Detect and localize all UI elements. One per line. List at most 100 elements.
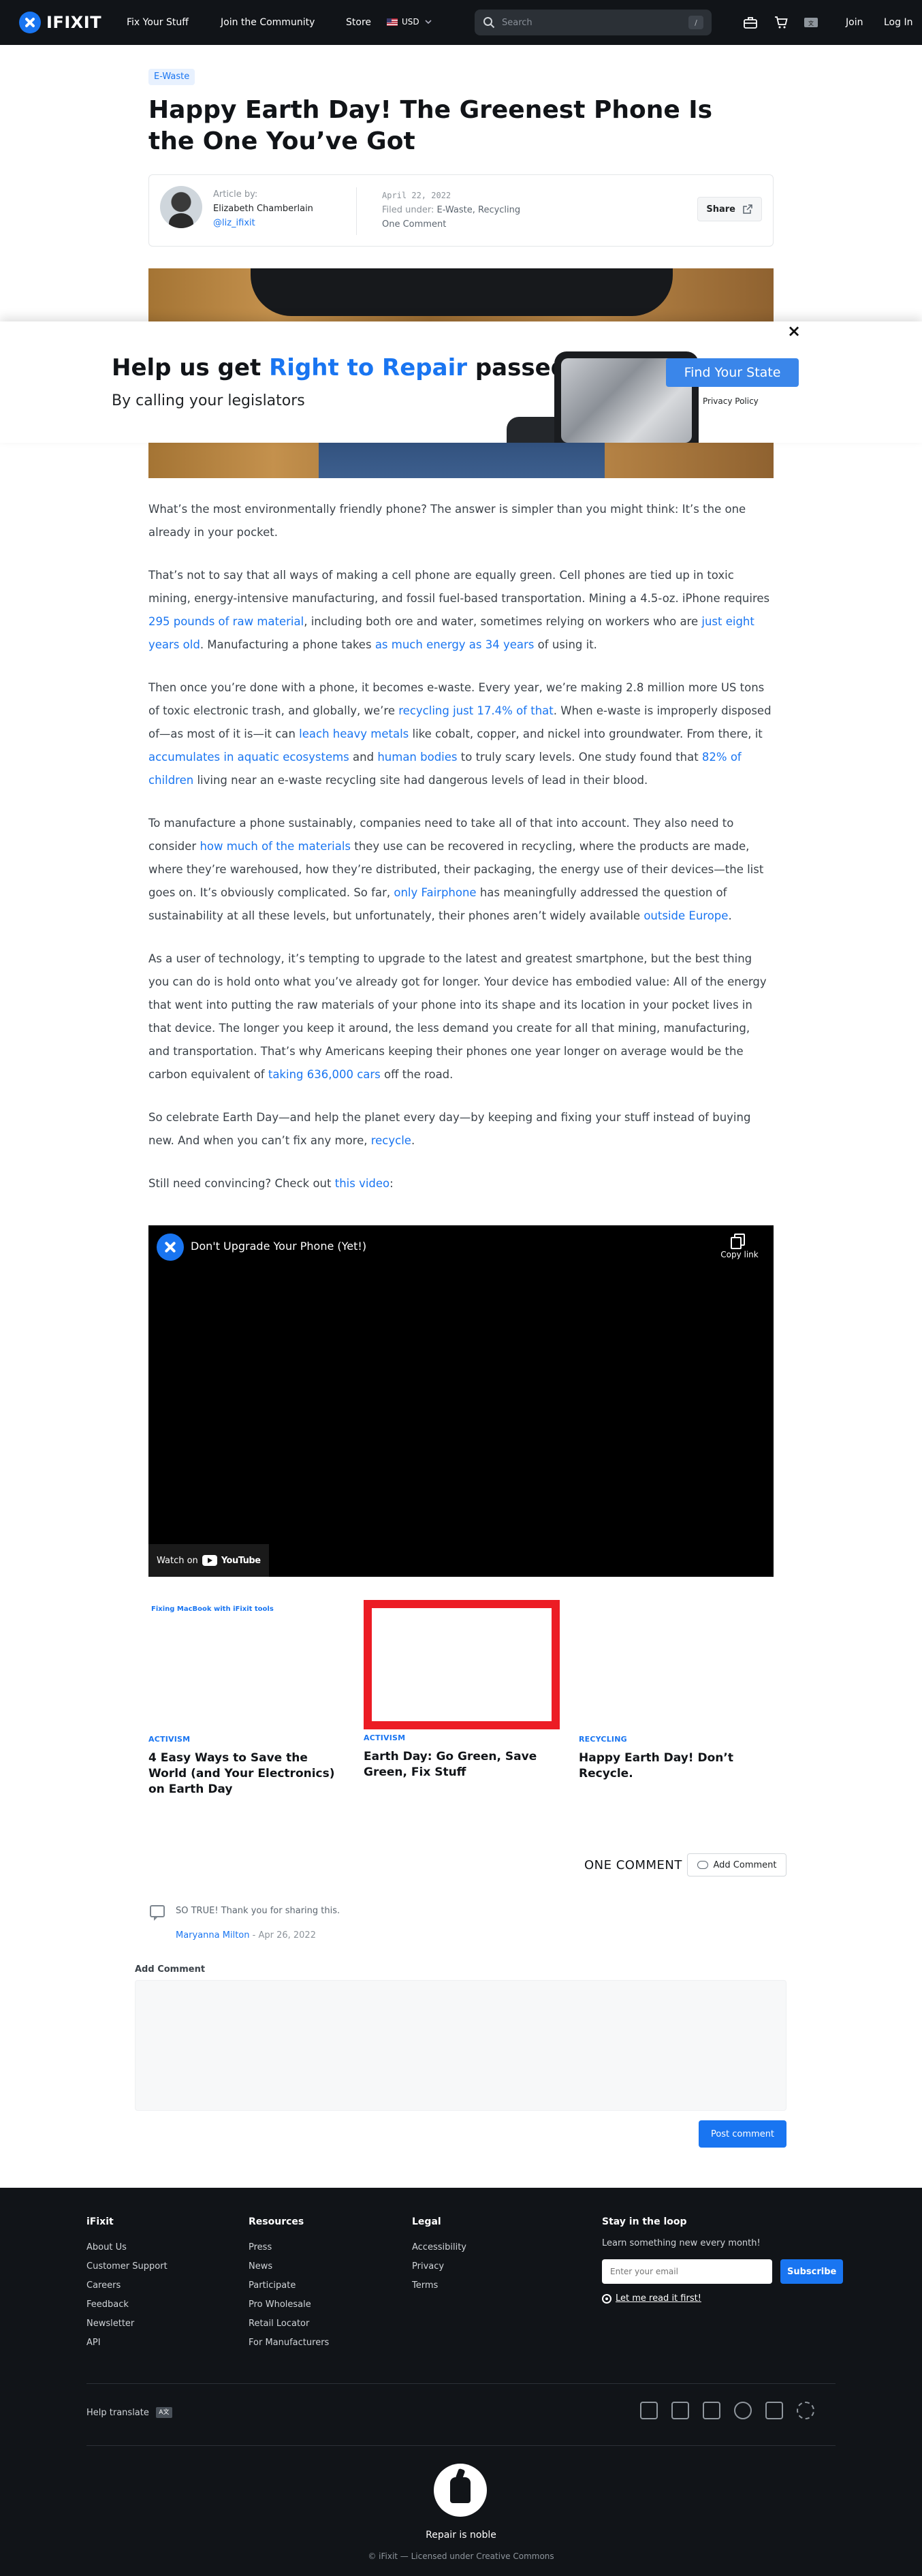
inline-link[interactable]: this video [335, 1177, 390, 1190]
filed-under-links[interactable]: E-Waste, Recycling [437, 205, 521, 215]
related-card-category[interactable]: ACTIVISM [148, 1735, 346, 1744]
footer-link[interactable]: Participate [249, 2276, 329, 2295]
toolbox-icon[interactable] [743, 15, 758, 30]
author-name[interactable]: Elizabeth Chamberlain [213, 202, 313, 216]
nav-store[interactable]: Store [346, 17, 371, 28]
related-card-image[interactable]: Fixing MacBook with iFixit tools [148, 1600, 346, 1731]
hero-shirt-shape [251, 268, 673, 316]
youtube-play-icon [202, 1555, 217, 1566]
footer-link[interactable]: Terms [412, 2276, 466, 2295]
related-card[interactable]: Fixing MacBook with iFixit tools ACTIVIS… [148, 1600, 346, 1797]
paragraph-text: off the road. [380, 1068, 454, 1081]
ifixit-logo[interactable]: IFIXIT [19, 11, 101, 34]
video-title[interactable]: Don't Upgrade Your Phone (Yet!) [191, 1240, 366, 1253]
language-icon[interactable]: 文 [804, 15, 818, 30]
help-translate-label: Help translate [86, 2407, 149, 2418]
author-handle[interactable]: @liz_ifixit [213, 218, 255, 228]
eye-icon [602, 2293, 611, 2304]
author-avatar[interactable] [160, 186, 202, 228]
related-card-image[interactable] [364, 1600, 560, 1729]
comment-textarea[interactable] [135, 1980, 786, 2111]
paragraph-text: Still need convincing? Check out [148, 1177, 335, 1190]
youtube-icon[interactable] [765, 2402, 783, 2419]
author-block: Article by: Elizabeth Chamberlain @liz_i… [213, 187, 313, 230]
inline-link[interactable]: outside Europe [643, 909, 728, 922]
article-paragraph: What’s the most environmentally friendly… [148, 498, 774, 544]
article-date: April 22, 2022 [382, 191, 451, 200]
subscribe-button[interactable]: Subscribe [780, 2259, 844, 2284]
watch-on-youtube-button[interactable]: Watch on YouTube [148, 1544, 269, 1577]
copy-link-button[interactable]: Copy link [719, 1234, 760, 1259]
search-input[interactable] [502, 17, 682, 28]
footer-link[interactable]: Privacy [412, 2257, 466, 2276]
footer-link[interactable]: Feedback [86, 2295, 168, 2314]
banner-heading: Help us get Right to Repair passed [112, 354, 567, 381]
footer-link[interactable]: API [86, 2334, 168, 2353]
related-card-image[interactable] [579, 1600, 776, 1731]
paragraph-text: and [349, 751, 378, 764]
community-icon[interactable] [797, 2402, 814, 2419]
inline-link[interactable]: taking 636,000 cars [268, 1068, 381, 1081]
nav-fix-your-stuff[interactable]: Fix Your Stuff [127, 17, 189, 28]
related-card[interactable]: ACTIVISM Earth Day: Go Green, Save Green… [364, 1600, 561, 1780]
cart-icon[interactable] [774, 15, 789, 30]
comment-count-link[interactable]: One Comment [382, 217, 520, 232]
related-card-title[interactable]: 4 Easy Ways to Save the World (and Your … [148, 1750, 346, 1797]
footer-link[interactable]: Retail Locator [249, 2314, 329, 2334]
tiktok-icon[interactable] [640, 2402, 658, 2419]
paragraph-text: : [390, 1177, 394, 1190]
channel-logo-icon[interactable] [157, 1234, 184, 1261]
privacy-policy-link[interactable]: Privacy Policy [703, 396, 759, 406]
paragraph-text: . [728, 909, 732, 922]
nav-join-community[interactable]: Join the Community [221, 17, 315, 28]
inline-link[interactable]: only Fairphone [394, 886, 476, 899]
related-card-category[interactable]: ACTIVISM [364, 1733, 561, 1742]
inline-link[interactable]: as much energy as 34 years [375, 638, 535, 651]
footer-link[interactable]: Careers [86, 2276, 168, 2295]
inline-link[interactable]: how much of the materials [200, 840, 351, 853]
facebook-icon[interactable] [671, 2402, 689, 2419]
close-icon[interactable]: × [786, 321, 802, 341]
inline-link[interactable]: recycle [371, 1134, 411, 1147]
footer-link[interactable]: About Us [86, 2238, 168, 2257]
repair-fist-logo-icon [434, 2464, 487, 2517]
inline-link[interactable]: leach heavy metals [299, 727, 409, 740]
read-first-link[interactable]: Let me read it first! [602, 2293, 843, 2304]
related-card-title[interactable]: Earth Day: Go Green, Save Green, Fix Stu… [364, 1749, 561, 1780]
share-label: Share [706, 204, 735, 215]
related-card[interactable]: RECYCLING Happy Earth Day! Don’t Recycle… [579, 1600, 776, 1782]
email-field[interactable] [602, 2259, 772, 2284]
instagram-icon[interactable] [734, 2402, 752, 2419]
comment-author[interactable]: Maryanna Milton [176, 1930, 250, 1941]
currency-selector[interactable]: USD [387, 17, 433, 27]
inline-link[interactable]: recycling just 17.4% of that [398, 704, 554, 717]
social-links [640, 2402, 814, 2419]
share-button[interactable]: Share [697, 197, 762, 221]
related-card-category[interactable]: RECYCLING [579, 1735, 776, 1744]
login-link[interactable]: Log In [884, 17, 912, 28]
article-body: What’s the most environmentally friendly… [148, 498, 774, 1215]
footer-link[interactable]: Newsletter [86, 2314, 168, 2334]
post-comment-button[interactable]: Post comment [699, 2120, 786, 2148]
footer-link[interactable]: Customer Support [86, 2257, 168, 2276]
find-your-state-button[interactable]: Find Your State [666, 358, 799, 387]
inline-link[interactable]: human bodies [377, 751, 457, 764]
inline-link[interactable]: 295 pounds of raw material [148, 615, 304, 628]
footer-link[interactable]: Press [249, 2238, 329, 2257]
footer-link[interactable]: For Manufacturers [249, 2334, 329, 2353]
help-translate-link[interactable]: Help translate A文 [86, 2407, 172, 2418]
inline-link[interactable]: accumulates in aquatic ecosystems [148, 751, 349, 764]
right-to-repair-banner: × Help us get Right to Repair passed By … [0, 321, 922, 443]
footer-link[interactable]: News [249, 2257, 329, 2276]
related-card-title[interactable]: Happy Earth Day! Don’t Recycle. [579, 1750, 776, 1782]
add-comment-form-label: Add Comment [135, 1964, 206, 1975]
add-comment-button[interactable]: Add Comment [687, 1853, 786, 1876]
article-tag[interactable]: E-Waste [148, 69, 195, 85]
footer-column-title: iFixit [86, 2216, 114, 2227]
footer-link[interactable]: Accessibility [412, 2238, 466, 2257]
join-link[interactable]: Join [846, 17, 863, 28]
twitter-icon[interactable] [703, 2402, 720, 2419]
youtube-embed[interactable]: Don't Upgrade Your Phone (Yet!) Copy lin… [148, 1225, 774, 1577]
footer-link[interactable]: Pro Wholesale [249, 2295, 329, 2314]
paragraph-text: living near an e-waste recycling site ha… [193, 774, 648, 787]
